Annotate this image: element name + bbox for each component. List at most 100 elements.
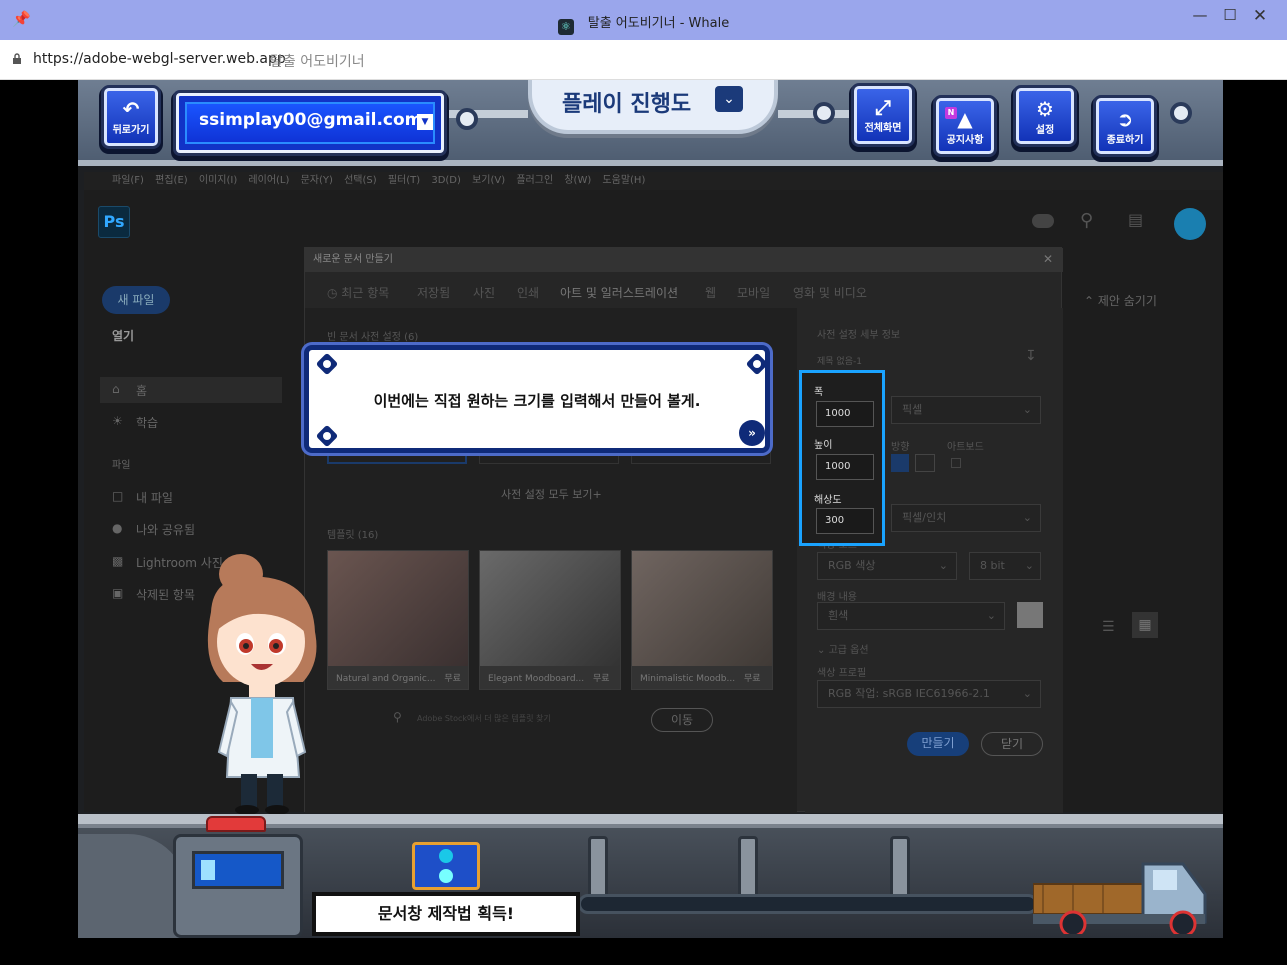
ps-menu-image[interactable]: 이미지(I) — [199, 175, 237, 186]
maximize-button[interactable]: ☐ — [1215, 6, 1245, 26]
next-arrow-button[interactable]: » — [739, 420, 765, 446]
tab-mobile[interactable]: 모바일 — [737, 284, 770, 301]
ps-menu-edit[interactable]: 편집(E) — [155, 175, 188, 186]
new-file-button[interactable]: 새 파일 — [102, 286, 170, 314]
height-input[interactable]: 1000 — [816, 454, 874, 480]
bit-depth-select[interactable]: 8 bit ⌄ — [969, 552, 1041, 580]
height-label: 높이 — [814, 440, 833, 451]
advanced-options[interactable]: ⌄ 고급 옵션 — [817, 641, 869, 656]
grid-view-icon[interactable]: ▦ — [1132, 612, 1158, 638]
profile-label: 색상 프로필 — [817, 668, 867, 679]
shared-icon: ● — [112, 521, 123, 535]
home-icon: ⌂ — [112, 382, 120, 396]
lock-icon — [13, 53, 21, 64]
template-card[interactable]: Elegant Moodboard... 무료 — [479, 550, 621, 690]
go-button[interactable]: 이동 — [651, 708, 713, 732]
nav-deleted[interactable]: 삭제된 항목 — [136, 586, 195, 603]
ps-menu-filter[interactable]: 필터(T) — [388, 175, 420, 186]
template-name: Elegant Moodboard... — [488, 674, 585, 684]
ps-menu-plugins[interactable]: 플러그인 — [516, 175, 553, 186]
ps-menu-3d[interactable]: 3D(D) — [431, 175, 461, 186]
stock-search-icon: ⚲ — [393, 710, 402, 724]
tab-recent[interactable]: ◷ 최근 항목 — [327, 284, 389, 301]
ps-menu-file[interactable]: 파일(F) — [112, 175, 144, 186]
stock-search-input[interactable]: Adobe Stock에서 더 많은 템플릿 찾기 — [417, 713, 551, 724]
notice-button[interactable]: N ▲ 공지사항 — [936, 98, 994, 154]
address-bar[interactable]: https://adobe-webgl-server.web.app 탈출 어도… — [0, 40, 1287, 80]
fullscreen-button[interactable]: ⤢ 전체화면 — [854, 86, 912, 144]
ps-menu-help[interactable]: 도움말(H) — [602, 175, 645, 186]
ps-menu-layer[interactable]: 레이어(L) — [248, 175, 289, 186]
chevron-down-icon: ⌄ — [938, 559, 948, 572]
resolution-label: 해상도 — [814, 495, 842, 506]
hide-suggestions[interactable]: ⌃ 제안 숨기기 — [1084, 292, 1157, 309]
nav-home-row[interactable] — [100, 377, 282, 403]
exit-button[interactable]: ➲ 종료하기 — [1096, 98, 1154, 154]
exit-icon: ➲ — [1116, 107, 1134, 131]
create-button[interactable]: 만들기 — [907, 732, 969, 756]
app-icon: ⚛ — [557, 19, 574, 35]
chevron-down-icon: ⌄ — [715, 86, 743, 112]
template-caption: Minimalistic Moodb... 무료 — [640, 671, 761, 684]
ps-menu-select[interactable]: 선택(S) — [344, 175, 377, 186]
resolution-input[interactable]: 300 — [816, 508, 874, 534]
play-progress-button[interactable]: 플레이 진행도 ⌄ — [528, 80, 778, 134]
bolt-icon — [813, 102, 835, 124]
color-mode-select[interactable]: RGB 색상 ⌄ — [817, 552, 957, 580]
template-card[interactable]: Natural and Organic... 무료 — [327, 550, 469, 690]
settings-button[interactable]: ⚙ 설정 — [1016, 88, 1074, 144]
back-button[interactable]: ↶ 뒤로가기 — [104, 88, 158, 146]
game-canvas[interactable]: 파일(F) 편집(E) 이미지(I) 레이어(L) 문자(Y) 선택(S) 필터… — [78, 80, 1223, 938]
nav-learn[interactable]: 학습 — [136, 414, 158, 431]
nav-shared[interactable]: 나와 공유됨 — [136, 521, 195, 538]
bolt-icon — [456, 108, 478, 130]
view-all-presets[interactable]: 사전 설정 모두 보기+ — [501, 486, 602, 502]
search-icon: ⚲ — [1080, 210, 1094, 231]
hex-bolt-icon — [745, 352, 769, 376]
tab-print[interactable]: 인쇄 — [517, 284, 539, 301]
nav-home[interactable]: 홈 — [136, 382, 147, 399]
url-text[interactable]: https://adobe-webgl-server.web.app — [33, 51, 286, 67]
account-selector[interactable]: ssimplay00@gmail.com ▼ — [176, 93, 444, 153]
gear-icon: ⚙ — [1036, 97, 1054, 121]
dialog-title: 새로운 문서 만들기 — [305, 248, 1063, 272]
orientation-label: 방향 — [891, 442, 910, 453]
portrait-icon[interactable] — [891, 454, 909, 472]
tab-web[interactable]: 웹 — [705, 284, 716, 301]
dialog-close-icon[interactable]: ✕ — [1043, 252, 1053, 266]
ps-menu-type[interactable]: 문자(Y) — [301, 175, 333, 186]
template-price: 무료 — [444, 674, 461, 684]
ps-menu-view[interactable]: 보기(V) — [472, 175, 505, 186]
open-button[interactable]: 열기 — [112, 327, 134, 344]
save-preset-icon[interactable]: ↧ — [1025, 348, 1037, 364]
templates-heading: 템플릿 (16) — [327, 530, 379, 541]
avatar — [1174, 208, 1206, 240]
minimize-button[interactable]: — — [1185, 6, 1215, 26]
tab-film[interactable]: 영화 및 비디오 — [793, 284, 867, 301]
list-view-icon[interactable]: ☰ — [1102, 619, 1115, 635]
pipe-duct — [78, 834, 188, 938]
tab-saved[interactable]: 저장됨 — [417, 284, 450, 301]
artboard-checkbox[interactable] — [951, 458, 961, 468]
close-button[interactable]: 닫기 — [981, 732, 1043, 756]
width-unit-select[interactable]: 픽셀 ⌄ — [891, 396, 1041, 424]
details-heading: 사전 설정 세부 정보 — [817, 330, 901, 341]
progress-machine — [173, 834, 303, 938]
document-name[interactable]: 제목 없음-1 — [817, 354, 862, 367]
width-input[interactable]: 1000 — [816, 401, 874, 427]
background-select[interactable]: 흰색 ⌄ — [817, 602, 1005, 630]
landscape-icon[interactable] — [915, 454, 935, 472]
close-window-button[interactable]: ✕ — [1245, 6, 1275, 26]
width-label: 폭 — [814, 387, 824, 398]
profile-select[interactable]: RGB 작업: sRGB IEC61966-2.1 ⌄ — [817, 680, 1041, 708]
resolution-unit-select[interactable]: 픽셀/인치 ⌄ — [891, 504, 1041, 532]
dropdown-arrow-icon[interactable]: ▼ — [417, 114, 433, 130]
lightroom-icon: ▩ — [112, 554, 124, 568]
background-color-swatch[interactable] — [1017, 602, 1043, 628]
back-arrow-icon: ↶ — [122, 97, 140, 121]
ps-menu-window[interactable]: 창(W) — [564, 175, 591, 186]
tab-photo[interactable]: 사진 — [473, 284, 495, 301]
machine-screen-fill — [201, 860, 215, 880]
template-card[interactable]: Minimalistic Moodb... 무료 — [631, 550, 773, 690]
nav-my-files[interactable]: 내 파일 — [136, 489, 173, 506]
